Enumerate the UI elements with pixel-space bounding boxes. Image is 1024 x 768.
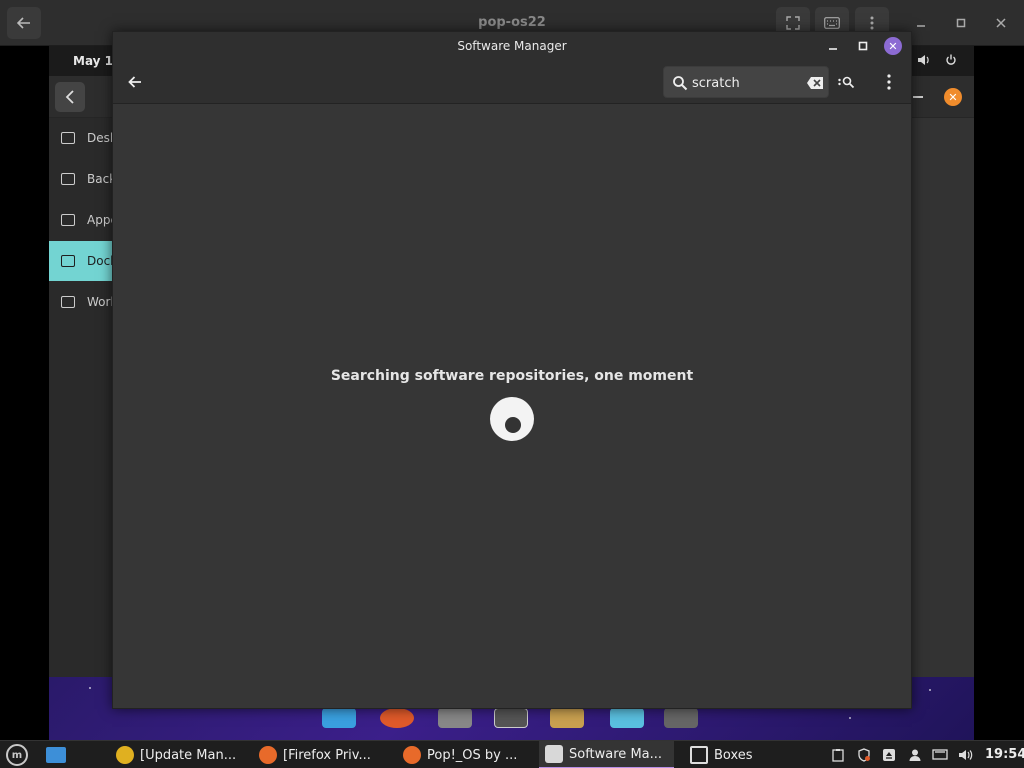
search-box[interactable] [663, 66, 829, 98]
task-label: Pop!_OS by ... [427, 747, 518, 763]
task-label: Boxes [714, 747, 753, 763]
task-boxes[interactable]: Boxes [684, 741, 769, 768]
boxes-close-button[interactable] [989, 11, 1013, 35]
spinner-dot [505, 417, 521, 433]
guest-dock [314, 704, 714, 740]
fullscreen-icon [786, 16, 800, 30]
task-label: [Firefox Priv... [283, 747, 371, 763]
advanced-search-icon [838, 76, 855, 89]
app-grid-icon[interactable] [322, 708, 356, 728]
taskbar: m [Update Man... [Firefox Priv... Pop!_O… [0, 740, 1024, 768]
loading-spinner-icon [490, 397, 534, 441]
clear-search-icon[interactable] [806, 75, 824, 91]
software-manager-window: Software Manager ✕ Searching software re… [112, 31, 912, 709]
back-arrow-icon [128, 76, 141, 88]
show-desktop-icon[interactable] [46, 747, 66, 763]
terminal-icon[interactable] [494, 708, 528, 728]
window-title: Software Manager [457, 39, 567, 53]
mint-menu-icon[interactable]: m [6, 744, 28, 766]
settings-icon[interactable] [664, 708, 698, 728]
search-icon [673, 76, 688, 91]
chevron-left-icon [65, 90, 74, 104]
user-icon[interactable] [907, 747, 923, 763]
task-firefox-private[interactable]: [Firefox Priv... [253, 741, 388, 768]
back-button[interactable] [123, 70, 147, 94]
display-icon[interactable] [932, 747, 948, 763]
power-icon[interactable] [945, 54, 957, 69]
clock[interactable]: 19:54 [985, 747, 1024, 762]
folder-icon[interactable] [550, 708, 584, 728]
volume-icon[interactable] [958, 747, 974, 763]
search-status-text: Searching software repositories, one mom… [330, 368, 694, 384]
boxes-maximize-button[interactable] [949, 11, 973, 35]
settings-back-button[interactable] [55, 82, 85, 112]
maximize-icon [858, 41, 868, 51]
background-icon [61, 173, 75, 185]
maximize-icon [956, 18, 966, 28]
files-icon[interactable] [438, 708, 472, 728]
update-manager-icon [116, 746, 134, 764]
software-manager-icon [545, 745, 563, 763]
eject-icon[interactable] [881, 747, 897, 763]
task-label: [Update Man... [140, 747, 237, 763]
shield-icon[interactable] [856, 747, 872, 763]
store-icon[interactable] [610, 708, 644, 728]
clipboard-icon[interactable] [830, 747, 846, 763]
keyboard-icon [824, 17, 840, 29]
search-input[interactable] [692, 73, 802, 93]
dock-icon [61, 255, 75, 267]
firefox-icon[interactable] [380, 708, 414, 728]
task-label: Software Ma... [569, 746, 663, 762]
vertical-dots-icon [870, 16, 874, 30]
boxes-minimize-button[interactable] [909, 11, 933, 35]
menu-button[interactable] [879, 72, 899, 92]
task-update-manager[interactable]: [Update Man... [110, 741, 245, 768]
task-software-manager[interactable]: Software Ma... [539, 741, 674, 768]
sm-titlebar: Software Manager ✕ [113, 32, 911, 60]
volume-icon[interactable] [917, 54, 931, 69]
settings-minimize-button[interactable] [913, 96, 923, 98]
close-icon [996, 18, 1006, 28]
minimize-icon [917, 25, 925, 27]
workspaces-icon [61, 296, 75, 308]
boxes-icon [690, 746, 708, 764]
appearance-icon [61, 214, 75, 226]
minimize-button[interactable] [824, 37, 842, 55]
guest-date[interactable]: May 1 [73, 54, 113, 68]
advanced-search-button[interactable] [836, 72, 858, 92]
task-popos-firefox[interactable]: Pop!_OS by ... [397, 741, 532, 768]
vertical-dots-icon [887, 74, 891, 90]
minimize-icon [829, 48, 837, 50]
firefox-icon [259, 746, 277, 764]
maximize-button[interactable] [854, 37, 872, 55]
sm-toolbar [113, 60, 911, 104]
close-button[interactable]: ✕ [884, 37, 902, 55]
settings-close-button[interactable]: ✕ [944, 88, 962, 106]
monitor-icon [61, 132, 75, 144]
firefox-icon [403, 746, 421, 764]
